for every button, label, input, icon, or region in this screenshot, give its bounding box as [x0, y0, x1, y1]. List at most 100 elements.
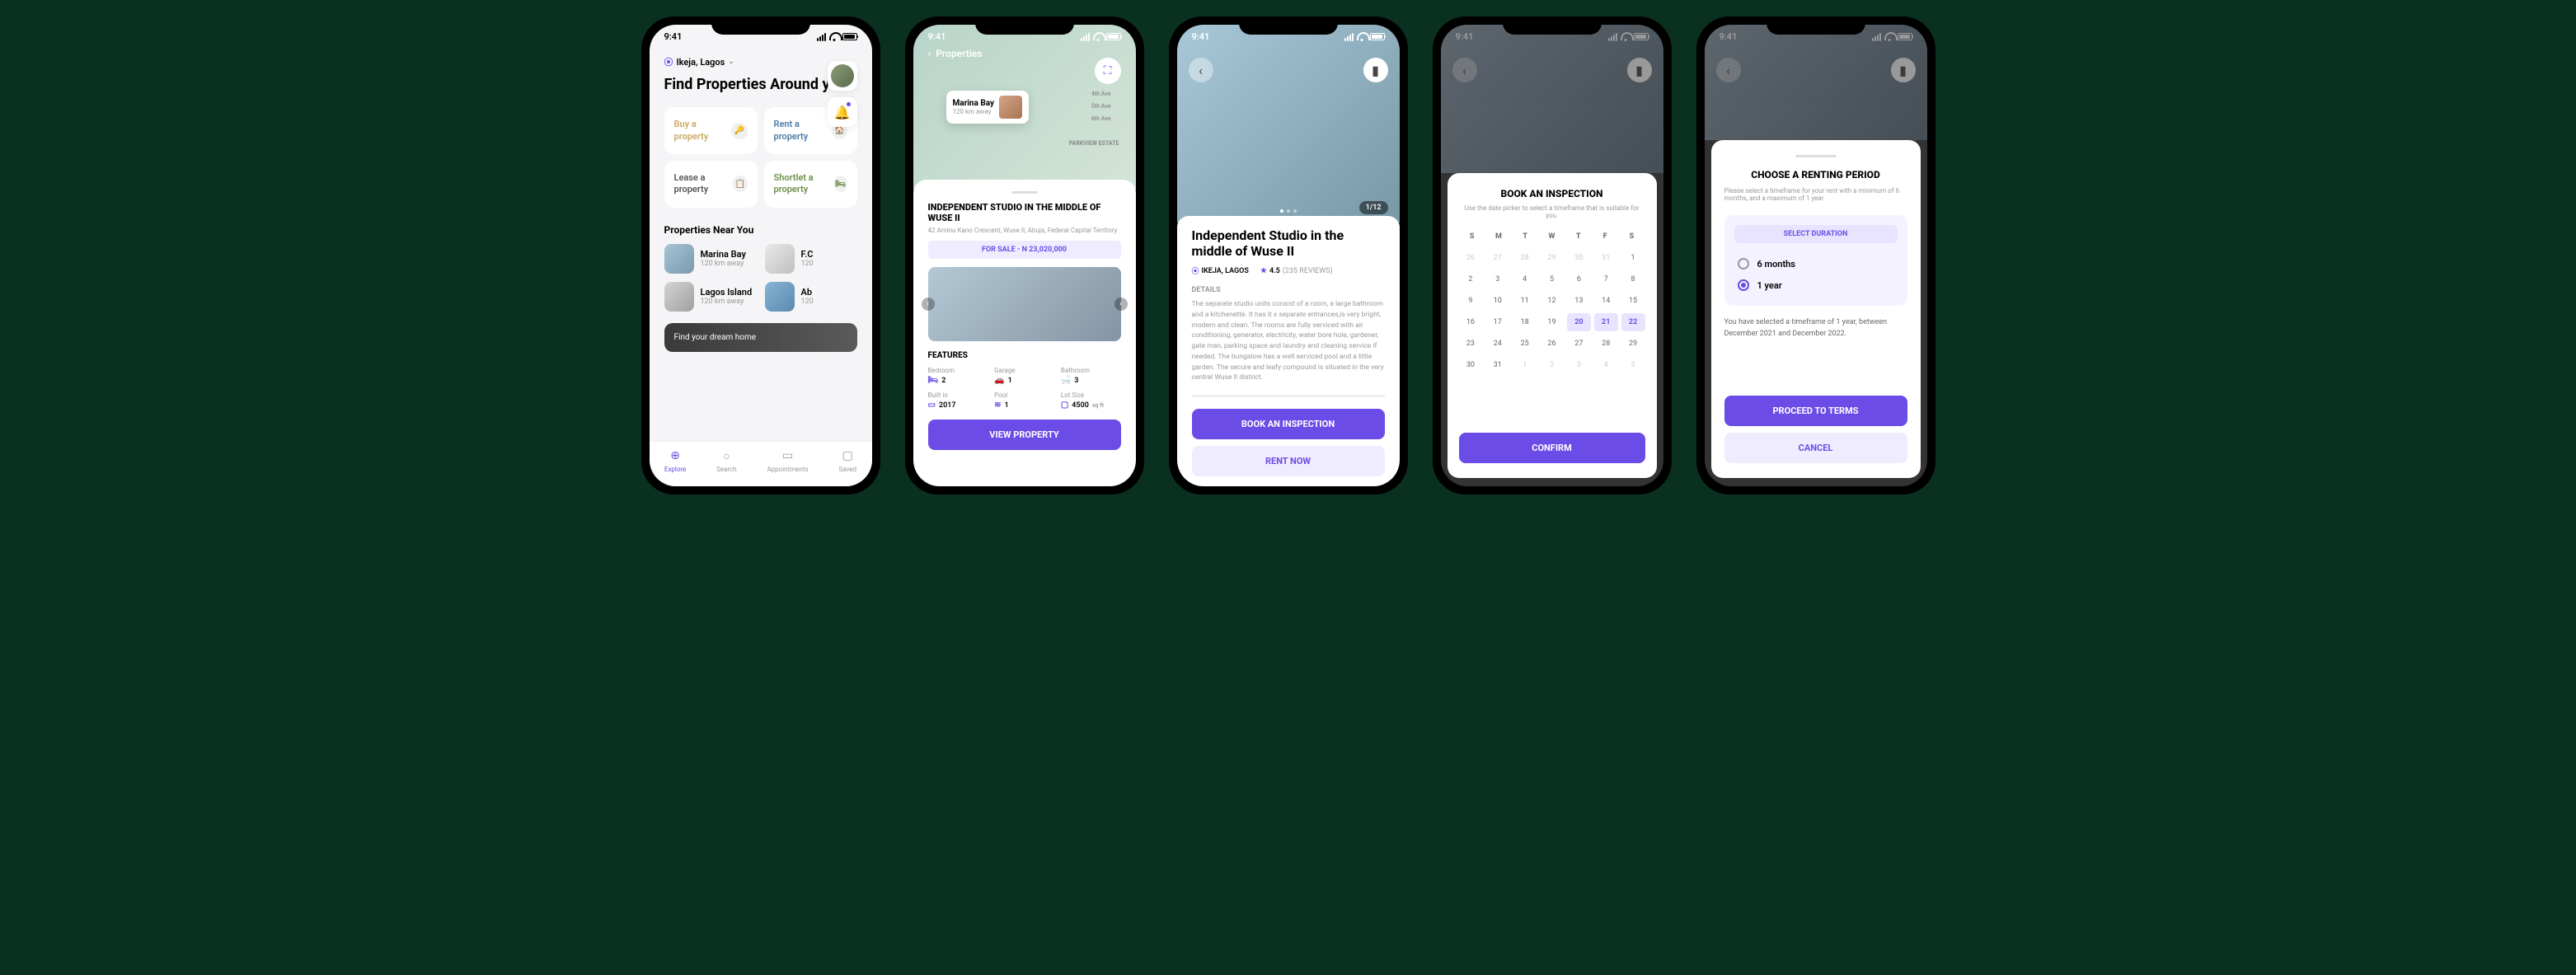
calendar-day[interactable]: 5 [1621, 356, 1645, 374]
calendar-day[interactable]: 24 [1485, 335, 1509, 353]
calendar-day[interactable]: 23 [1459, 335, 1483, 353]
calendar-day[interactable]: 1 [1513, 356, 1537, 374]
home-indicator[interactable] [720, 487, 802, 490]
bookmark-button[interactable]: ▮ [1891, 58, 1916, 82]
calendar-day[interactable]: 26 [1459, 249, 1483, 267]
radio-icon [1738, 258, 1749, 270]
calendar-day[interactable]: 29 [1621, 335, 1645, 353]
notifications-button[interactable]: 🔔 [828, 97, 857, 127]
calendar-day[interactable]: 31 [1485, 356, 1509, 374]
avatar [831, 64, 854, 87]
gallery-prev[interactable]: ‹ [922, 298, 935, 311]
calendar-day[interactable]: 1 [1621, 249, 1645, 267]
calendar-day[interactable]: 13 [1567, 292, 1591, 310]
calendar-day[interactable]: 26 [1540, 335, 1564, 353]
back-button[interactable]: ‹ [1452, 58, 1477, 82]
map-view[interactable]: 9:41 ‹Properties ⛶ Marina Bay120 km away… [913, 25, 1136, 190]
calendar-day[interactable]: 5 [1540, 270, 1564, 288]
sheet-handle[interactable] [1011, 191, 1038, 194]
calendar-day[interactable]: 21 [1594, 313, 1618, 331]
sheet-title: BOOK AN INSPECTION [1459, 188, 1645, 199]
tab-appointments[interactable]: ▭Appointments [767, 448, 808, 473]
phone-duration: 9:41 ‹ ▮ CHOOSE A RENTING PERIOD Please … [1696, 16, 1936, 495]
calendar-day[interactable]: 30 [1459, 356, 1483, 374]
category-shortlet[interactable]: Shortlet a property🛏 [764, 161, 857, 208]
map-back[interactable]: ‹Properties [913, 48, 1136, 59]
nearby-item[interactable]: F.C120 [765, 244, 857, 274]
duration-6months[interactable]: 6 months [1734, 253, 1898, 274]
nearby-item[interactable]: Marina Bay120 km away [664, 244, 757, 274]
calendar-day[interactable]: 11 [1513, 292, 1537, 310]
calendar-day[interactable]: 25 [1513, 335, 1537, 353]
calendar-day[interactable]: 22 [1621, 313, 1645, 331]
calendar-day[interactable]: 4 [1594, 356, 1618, 374]
calendar-day[interactable]: 18 [1513, 313, 1537, 331]
profile-button[interactable] [828, 61, 857, 91]
cancel-button[interactable]: CANCEL [1724, 433, 1907, 463]
calendar-day[interactable]: 15 [1621, 292, 1645, 310]
calendar-day[interactable]: 3 [1567, 356, 1591, 374]
calendar-day[interactable]: 6 [1567, 270, 1591, 288]
property-hero[interactable]: 9:41 ‹ ▮ 1/12 [1177, 25, 1400, 223]
calendar-day[interactable]: 20 [1567, 313, 1591, 331]
signal-icon [1872, 33, 1881, 41]
tab-explore[interactable]: ⊕Explore [664, 448, 686, 473]
calendar-day-header: S [1618, 232, 1645, 241]
calendar-day[interactable]: 4 [1513, 270, 1537, 288]
map-layers-button[interactable]: ⛶ [1095, 58, 1121, 84]
property-gallery[interactable]: ‹ › [928, 267, 1121, 341]
calendar-day[interactable]: 10 [1485, 292, 1509, 310]
status-time: 9:41 [928, 31, 946, 42]
bookmark-button[interactable]: ▮ [1363, 58, 1388, 82]
home-indicator[interactable] [1775, 487, 1857, 490]
calendar-day[interactable]: 2 [1459, 270, 1483, 288]
calendar-day[interactable]: 19 [1540, 313, 1564, 331]
dream-home-banner[interactable]: Find your dream home [664, 323, 857, 352]
calendar-day[interactable]: 30 [1567, 249, 1591, 267]
view-property-button[interactable]: VIEW PROPERTY [928, 420, 1121, 450]
home-indicator[interactable] [983, 487, 1066, 490]
sheet-handle[interactable] [1795, 155, 1837, 157]
bookmark-icon: ▮ [1372, 63, 1379, 78]
calendar-day[interactable]: 9 [1459, 292, 1483, 310]
category-buy[interactable]: Buy a property🔑 [664, 107, 758, 154]
details-label: DETAILS [1192, 286, 1385, 294]
calendar-day[interactable]: 16 [1459, 313, 1483, 331]
home-indicator[interactable] [1511, 487, 1593, 490]
calendar-day[interactable]: 8 [1621, 270, 1645, 288]
proceed-button[interactable]: PROCEED TO TERMS [1724, 396, 1907, 426]
calendar-day[interactable]: 29 [1540, 249, 1564, 267]
calendar-day[interactable]: 17 [1485, 313, 1509, 331]
calendar-day[interactable]: 3 [1485, 270, 1509, 288]
tab-search[interactable]: ○Search [716, 448, 737, 473]
back-button[interactable]: ‹ [1716, 58, 1741, 82]
calendar-day[interactable]: 12 [1540, 292, 1564, 310]
duration-1year[interactable]: 1 year [1734, 274, 1898, 296]
book-inspection-button[interactable]: BOOK AN INSPECTION [1192, 409, 1385, 439]
price-tag: FOR SALE - N 23,020,000 [928, 241, 1121, 259]
confirm-button[interactable]: CONFIRM [1459, 433, 1645, 463]
battery-icon [1370, 33, 1385, 40]
buy-icon: 🔑 [731, 123, 747, 139]
calendar-day[interactable]: 2 [1540, 356, 1564, 374]
tab-saved[interactable]: ▢Saved [838, 448, 856, 473]
property-thumb [765, 282, 795, 312]
map-popup[interactable]: Marina Bay120 km away [946, 91, 1030, 124]
calendar-day[interactable]: 28 [1594, 335, 1618, 353]
calendar-day[interactable]: 7 [1594, 270, 1618, 288]
calendar-day[interactable]: 14 [1594, 292, 1618, 310]
bookmark-button[interactable]: ▮ [1627, 58, 1652, 82]
nearby-item[interactable]: Ab120 [765, 282, 857, 312]
calendar-day[interactable]: 31 [1594, 249, 1618, 267]
gallery-next[interactable]: › [1114, 298, 1128, 311]
home-indicator[interactable] [1247, 487, 1330, 490]
select-duration-label: SELECT DURATION [1734, 225, 1898, 243]
calendar-day[interactable]: 27 [1485, 249, 1509, 267]
back-button[interactable]: ‹ [1189, 58, 1213, 82]
calendar-day[interactable]: 28 [1513, 249, 1537, 267]
category-lease[interactable]: Lease a property📋 [664, 161, 758, 208]
rent-now-button[interactable]: RENT NOW [1192, 446, 1385, 476]
calendar-day[interactable]: 27 [1567, 335, 1591, 353]
status-time: 9:41 [664, 31, 683, 42]
nearby-item[interactable]: Lagos Island120 km away [664, 282, 757, 312]
